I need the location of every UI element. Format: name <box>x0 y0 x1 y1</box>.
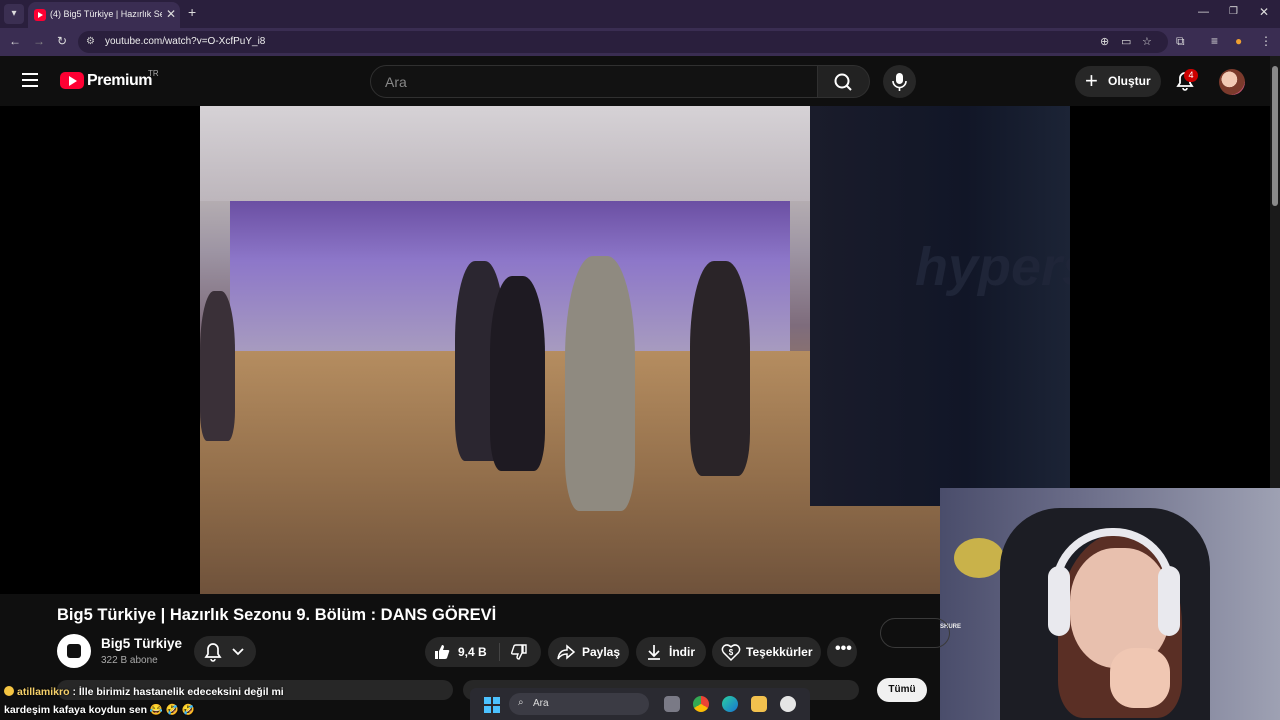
heart-dollar-icon: $ <box>721 644 741 662</box>
dancer-figure <box>200 291 235 441</box>
headset-left-cup <box>1048 566 1070 636</box>
chrome-icon[interactable] <box>693 696 709 712</box>
youtube-logo-icon[interactable] <box>60 72 84 89</box>
windows-start-icon[interactable] <box>484 697 500 713</box>
thanks-button[interactable]: $ Teşekkürler <box>712 637 821 667</box>
window-restore-icon[interactable]: ❐ <box>1229 6 1238 17</box>
like-count: 9,4 B <box>458 645 487 659</box>
search-icon <box>834 73 852 91</box>
channel-avatar[interactable] <box>57 634 91 668</box>
channel-subscriber-count: 322 B abone <box>101 655 158 666</box>
media-controls-icon[interactable]: ≡ <box>1211 34 1218 48</box>
chat-message-text: : İlle birimiz hastanelik edeceksini değ… <box>72 686 284 698</box>
scrollbar-thumb[interactable] <box>1272 66 1278 206</box>
chat-message-line: atillamikro : İlle birimiz hastanelik ed… <box>4 686 284 698</box>
voice-search-button[interactable] <box>883 65 916 98</box>
filter-chip-all[interactable]: Tümü <box>877 678 927 702</box>
thumbs-up-icon <box>435 645 450 659</box>
tab-title: (4) Big5 Türkiye | Hazırlık Sezonu 9. Bö… <box>50 9 162 19</box>
share-button[interactable]: Paylaş <box>548 637 629 667</box>
cast-icon[interactable]: ▭ <box>1121 35 1131 48</box>
chat-user-icon <box>4 686 14 696</box>
browser-menu-icon[interactable]: ⋮ <box>1260 34 1272 48</box>
more-actions-button[interactable]: ••• <box>827 637 857 667</box>
window-close-icon[interactable]: ✕ <box>1259 5 1269 19</box>
profile-extension-icon[interactable]: ● <box>1235 34 1242 48</box>
task-view-icon[interactable] <box>664 696 680 712</box>
chat-username: atillamikro <box>17 686 70 698</box>
search-button[interactable] <box>818 65 870 98</box>
taskbar-search-icon: ⌕ <box>518 697 524 708</box>
tab-close-icon[interactable]: ✕ <box>166 7 176 21</box>
dancer-figure <box>490 276 545 471</box>
streamer-webcam-overlay: SHURE <box>940 488 1280 720</box>
account-avatar[interactable] <box>1219 69 1245 95</box>
thanks-label: Teşekkürler <box>746 645 813 659</box>
video-title: Big5 Türkiye | Hazırlık Sezonu 9. Bölüm … <box>57 606 497 624</box>
dislike-button[interactable] <box>500 637 541 667</box>
more-horizontal-icon: ••• <box>835 640 852 657</box>
youtube-header: Premium TR + Oluştur 4 <box>0 56 1270 106</box>
address-bar[interactable]: ⚙ youtube.com/watch?v=O-XcfPuY_i8 ⊕ ▭ ☆ <box>78 31 1168 53</box>
file-explorer-icon[interactable] <box>751 696 767 712</box>
download-icon <box>648 645 660 660</box>
new-tab-button[interactable]: + <box>188 4 196 20</box>
hamburger-menu-icon[interactable] <box>22 73 38 87</box>
download-label: İndir <box>669 645 695 659</box>
edge-icon[interactable] <box>722 696 738 712</box>
zoom-icon[interactable]: ⊕ <box>1100 35 1109 48</box>
back-arrow-icon[interactable]: ← <box>9 34 21 48</box>
windows-taskbar: ⌕ Ara <box>470 688 810 720</box>
streamer-hand <box>1110 648 1170 708</box>
like-dislike-group: 9,4 B <box>425 637 541 667</box>
plus-icon: + <box>1085 68 1098 93</box>
browser-tab-bar: ▾ (4) Big5 Türkiye | Hazırlık Sezonu 9. … <box>0 0 1280 28</box>
partially-hidden-chip[interactable] <box>880 618 950 648</box>
subscription-bell-icon <box>204 643 244 662</box>
youtube-favicon-icon <box>34 9 46 21</box>
share-arrow-icon <box>557 644 576 660</box>
svg-text:$: $ <box>729 648 734 657</box>
bookmark-star-icon[interactable]: ☆ <box>1142 35 1152 48</box>
create-label: Oluştur <box>1108 74 1151 88</box>
extensions-icon[interactable]: ⧉ <box>1176 34 1185 49</box>
window-minimize-icon[interactable]: — <box>1198 6 1209 18</box>
subscription-notifications-button[interactable] <box>194 636 256 667</box>
reload-icon[interactable]: ↻ <box>57 34 67 48</box>
browser-tab[interactable]: (4) Big5 Türkiye | Hazırlık Sezonu 9. Bö… <box>28 2 180 28</box>
country-code: TR <box>148 69 159 78</box>
app-icon[interactable] <box>780 696 796 712</box>
thumbs-down-icon <box>510 644 527 660</box>
create-button[interactable]: + Oluştur <box>1075 66 1161 97</box>
forward-arrow-icon[interactable]: → <box>33 34 45 48</box>
dancer-figure <box>690 261 750 476</box>
dancer-figure <box>565 256 635 511</box>
url-text[interactable]: youtube.com/watch?v=O-XcfPuY_i8 <box>105 36 265 47</box>
taskbar-search-label: Ara <box>533 698 549 709</box>
browser-toolbar: ← → ↻ ⚙ youtube.com/watch?v=O-XcfPuY_i8 … <box>0 28 1280 56</box>
headset-right-cup <box>1158 566 1180 636</box>
wall-text: hypers <box>915 237 1070 297</box>
plush-toy <box>954 538 1004 578</box>
site-info-icon[interactable]: ⚙ <box>86 36 98 48</box>
share-label: Paylaş <box>582 645 621 659</box>
like-button[interactable]: 9,4 B <box>425 637 499 667</box>
search-box <box>370 65 818 98</box>
taskbar-search[interactable]: ⌕ Ara <box>509 693 649 715</box>
search-input[interactable] <box>385 72 785 92</box>
chat-message-continuation: kardeşim kafaya koydun sen 😂 🤣 🤣 <box>4 704 195 716</box>
notification-count-badge: 4 <box>1184 69 1198 82</box>
microphone-icon <box>892 73 907 91</box>
channel-name[interactable]: Big5 Türkiye <box>101 636 182 651</box>
youtube-premium-brand[interactable]: Premium <box>87 72 152 90</box>
download-button[interactable]: İndir <box>636 637 706 667</box>
video-scene-dark-wall <box>810 106 1070 506</box>
tab-search-dropdown-icon[interactable]: ▾ <box>4 4 24 24</box>
